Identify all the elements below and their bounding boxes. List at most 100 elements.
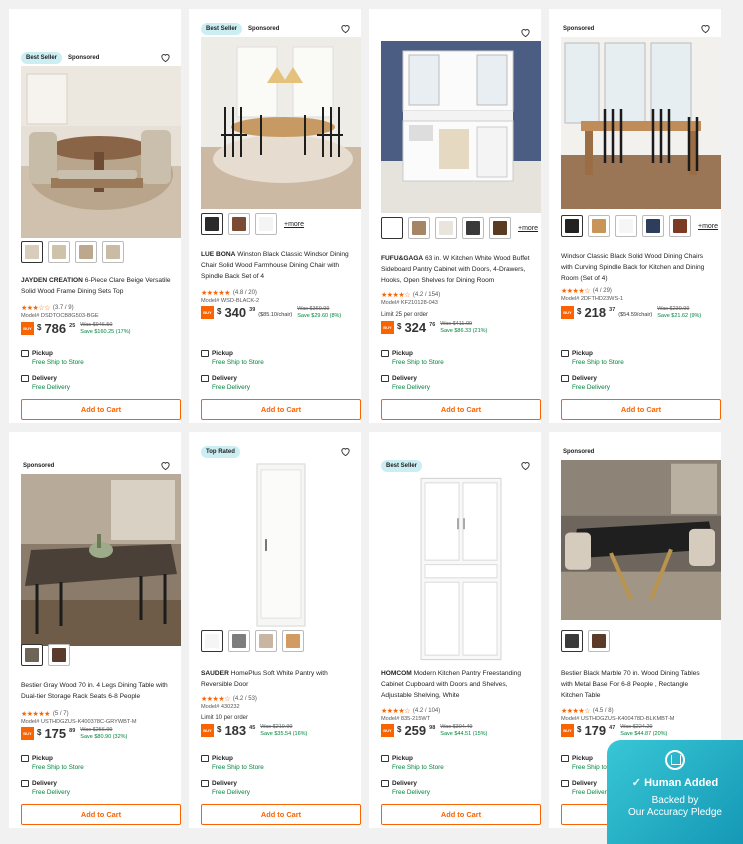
product-title[interactable]: HOMCOM Modern Kitchen Pantry Freestandin…	[381, 668, 531, 701]
color-swatch[interactable]	[75, 241, 97, 263]
color-swatch[interactable]	[228, 630, 250, 652]
favorite-heart-icon[interactable]	[340, 446, 351, 457]
product-image[interactable]	[381, 474, 541, 664]
review-count: (4 / 29)	[592, 288, 612, 294]
product-rating[interactable]: ★★★★★ (4.8 / 20)	[201, 289, 257, 297]
price-cents: 45	[249, 725, 256, 731]
product-card[interactable]: +more FUFU&GAGA 63 in. W Kitchen White Wo…	[369, 9, 541, 423]
color-swatch[interactable]	[48, 241, 70, 263]
add-to-cart-button[interactable]: Add to Cart	[561, 399, 721, 420]
product-title[interactable]: Bestier Black Marble 70 in. Wood Dining …	[561, 668, 711, 701]
product-image[interactable]	[201, 460, 361, 630]
delivery-detail: Free Delivery	[32, 788, 70, 796]
pickup-option[interactable]: Pickup Free Ship to Store	[381, 350, 444, 367]
product-image[interactable]	[21, 66, 181, 238]
pickup-option[interactable]: Pickup Free Ship to Store	[381, 755, 444, 772]
product-title[interactable]: Windsor Classic Black Solid Wood Dining …	[561, 251, 711, 284]
favorite-heart-icon[interactable]	[520, 27, 531, 38]
color-swatch[interactable]	[228, 213, 250, 235]
product-rating[interactable]: ★★★★☆ (4 / 29)	[561, 287, 612, 295]
color-swatch[interactable]	[588, 630, 610, 652]
was-price: Was $304.49	[440, 724, 473, 730]
color-swatch[interactable]	[588, 215, 610, 237]
delivery-option[interactable]: Delivery Free Delivery	[201, 780, 250, 797]
product-title[interactable]: FUFU&GAGA 63 in. W Kitchen White Wood Bu…	[381, 253, 531, 286]
color-swatch[interactable]	[48, 644, 70, 666]
product-card[interactable]: Top Rated SAUDER HomePlus Soft White Pant…	[189, 432, 361, 828]
color-swatch[interactable]	[561, 215, 583, 237]
color-swatch[interactable]	[102, 241, 124, 263]
product-card[interactable]: Sponsored +more Windsor Classic Black Soli…	[549, 9, 721, 423]
color-swatch[interactable]	[21, 644, 43, 666]
color-swatch[interactable]	[408, 217, 430, 239]
more-swatches-link[interactable]: +more	[284, 221, 304, 228]
product-brand: HOMCOM	[381, 670, 412, 677]
color-swatch[interactable]	[282, 630, 304, 652]
add-to-cart-button[interactable]: Add to Cart	[381, 399, 541, 420]
product-card[interactable]: Best Seller Sponsored JAYDEN CREATION 6-Pi…	[9, 9, 181, 423]
price-block: BUY $324 76 Was $411.09 Save $86.33 (21%)	[381, 321, 487, 335]
delivery-option[interactable]: Delivery Free Delivery	[561, 375, 610, 392]
product-image[interactable]	[561, 460, 721, 620]
color-swatch[interactable]	[642, 215, 664, 237]
delivery-option[interactable]: Delivery Free Delivery	[381, 780, 430, 797]
human-added-overlay[interactable]: ✓ Human Added Backed by Our Accuracy Pled…	[607, 740, 743, 844]
product-card[interactable]: Best Seller HOMCOM Modern Kitchen Pantry …	[369, 432, 541, 828]
product-rating[interactable]: ★★★★☆ (4.5 / 8)	[561, 707, 614, 715]
color-swatch[interactable]	[489, 217, 511, 239]
save-amount: Save $35.54 (16%)	[260, 731, 308, 737]
add-to-cart-button[interactable]: Add to Cart	[21, 804, 181, 825]
delivery-option[interactable]: Delivery Free Delivery	[21, 780, 70, 797]
color-swatch[interactable]	[255, 213, 277, 235]
delivery-option[interactable]: Delivery Free Delivery	[561, 780, 610, 797]
product-image[interactable]	[561, 37, 721, 209]
more-swatches-link[interactable]: +more	[518, 225, 538, 232]
favorite-heart-icon[interactable]	[160, 460, 171, 471]
product-title[interactable]: LUE BONA Winston Black Classic Windsor D…	[201, 249, 351, 282]
pickup-option[interactable]: Pickup Free Ship to Store	[21, 755, 84, 772]
add-to-cart-button[interactable]: Add to Cart	[201, 399, 361, 420]
favorite-heart-icon[interactable]	[160, 52, 171, 63]
product-image[interactable]	[381, 41, 541, 213]
favorite-heart-icon[interactable]	[520, 460, 531, 471]
color-swatch[interactable]	[201, 630, 223, 652]
color-swatch[interactable]	[21, 241, 43, 263]
product-rating[interactable]: ★★★☆☆ (3.7 / 9)	[21, 304, 74, 312]
product-title[interactable]: SAUDER HomePlus Soft White Pantry with R…	[201, 668, 351, 690]
product-title[interactable]: Bestier Gray Wood 70 in. 4 Legs Dining T…	[21, 680, 171, 702]
color-swatch[interactable]	[201, 213, 223, 235]
review-count: (4.2 / 154)	[412, 292, 441, 298]
color-swatch[interactable]	[462, 217, 484, 239]
delivery-label: Delivery	[392, 375, 417, 383]
product-rating[interactable]: ★★★★☆ (4.2 / 154)	[381, 291, 440, 299]
pickup-option[interactable]: Pickup Free Ship to Store	[21, 350, 84, 367]
delivery-option[interactable]: Delivery Free Delivery	[21, 375, 70, 392]
product-rating[interactable]: ★★★★☆ (4.2 / 53)	[201, 695, 257, 703]
favorite-heart-icon[interactable]	[340, 23, 351, 34]
product-rating[interactable]: ★★★★★ (5 / 7)	[21, 710, 69, 718]
product-image[interactable]	[21, 474, 181, 646]
product-rating[interactable]: ★★★★☆ (4.2 / 104)	[381, 707, 440, 715]
product-image[interactable]	[201, 37, 361, 209]
product-card[interactable]: Sponsored Bestier Gray Wood 70 in. 4 Legs…	[9, 432, 181, 828]
delivery-option[interactable]: Delivery Free Delivery	[201, 375, 250, 392]
add-to-cart-button[interactable]: Add to Cart	[381, 804, 541, 825]
product-card[interactable]: Best Seller Sponsored +more LUE BONA Winsto…	[189, 9, 361, 423]
more-swatches-link[interactable]: +more	[698, 223, 718, 230]
pickup-option[interactable]: Pickup Free Ship to Store	[201, 350, 264, 367]
add-to-cart-button[interactable]: Add to Cart	[201, 804, 361, 825]
favorite-heart-icon[interactable]	[700, 23, 711, 34]
color-swatch[interactable]	[615, 215, 637, 237]
color-swatch[interactable]	[435, 217, 457, 239]
color-swatch[interactable]	[561, 630, 583, 652]
pickup-option[interactable]: Pickup Free Ship to Store	[201, 755, 264, 772]
add-to-cart-button[interactable]: Add to Cart	[21, 399, 181, 420]
color-swatch[interactable]	[255, 630, 277, 652]
color-swatch[interactable]	[381, 217, 403, 239]
pickup-option[interactable]: Pickup Free Ship to Store	[561, 350, 624, 367]
delivery-option[interactable]: Delivery Free Delivery	[381, 375, 430, 392]
color-swatch[interactable]	[669, 215, 691, 237]
truck-icon	[21, 780, 29, 787]
product-title[interactable]: JAYDEN CREATION 6-Piece Clare Beige Vers…	[21, 275, 171, 297]
store-icon	[21, 350, 29, 357]
